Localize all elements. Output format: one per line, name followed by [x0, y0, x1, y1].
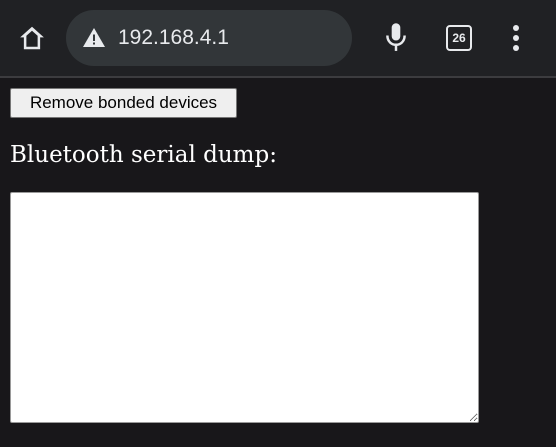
- address-bar[interactable]: 192.168.4.1: [66, 10, 352, 66]
- page-content: Remove bonded devices Bluetooth serial d…: [0, 78, 556, 447]
- tab-switcher-icon[interactable]: 26: [443, 22, 475, 54]
- home-icon[interactable]: [14, 20, 50, 56]
- url-text[interactable]: 192.168.4.1: [118, 10, 229, 66]
- more-vert-icon[interactable]: [500, 20, 532, 56]
- tab-count: 26: [446, 25, 472, 51]
- bluetooth-dump-label: Bluetooth serial dump:: [10, 142, 277, 168]
- mic-icon[interactable]: [380, 20, 412, 56]
- browser-toolbar: 192.168.4.1 26: [0, 0, 556, 78]
- warning-icon[interactable]: [82, 26, 106, 50]
- remove-bonded-devices-button[interactable]: Remove bonded devices: [10, 88, 237, 118]
- bluetooth-dump-textarea[interactable]: [10, 192, 479, 423]
